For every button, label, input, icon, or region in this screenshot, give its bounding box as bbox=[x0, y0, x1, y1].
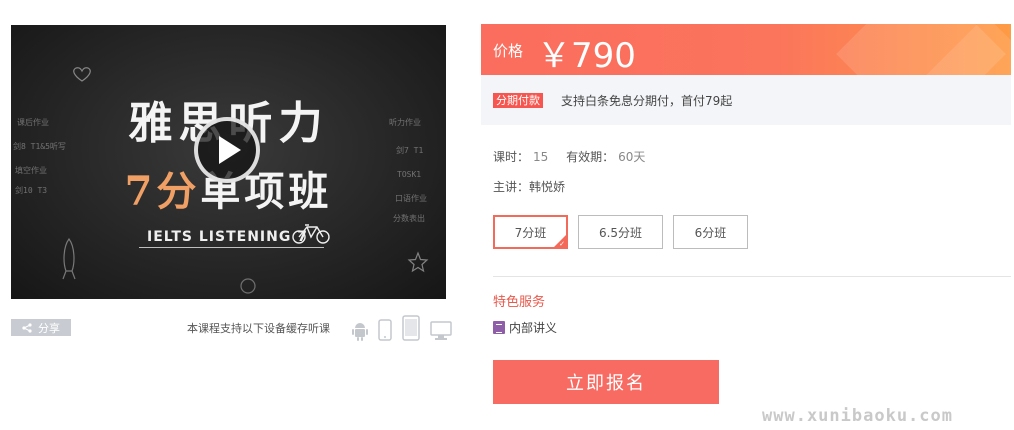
option-6-class[interactable]: 6分班 bbox=[673, 215, 748, 249]
tablet-icon bbox=[402, 315, 420, 341]
share-button[interactable]: 分享 bbox=[11, 319, 71, 336]
watermark: www.xunibaoku.com bbox=[762, 406, 953, 426]
class-options: 7分班 ✓ 6.5分班 6分班 bbox=[493, 215, 748, 249]
desktop-icon bbox=[430, 321, 452, 340]
option-label: 6.5分班 bbox=[598, 225, 643, 240]
option-label: 6分班 bbox=[694, 225, 727, 240]
video-subtitle: IELTS LISTENING 7 bbox=[147, 229, 308, 245]
lessons-value: 15 bbox=[533, 150, 549, 164]
document-icon bbox=[493, 321, 505, 334]
price-value: ￥790 bbox=[537, 36, 636, 75]
check-icon: ✓ bbox=[559, 240, 565, 248]
installment-tag: 分期付款 bbox=[493, 93, 543, 108]
play-button[interactable] bbox=[194, 117, 260, 183]
option-6-5-class[interactable]: 6.5分班 bbox=[578, 215, 663, 249]
circle-doodle-icon bbox=[240, 278, 256, 294]
share-icon bbox=[22, 322, 32, 333]
device-cache-text: 本课程支持以下设备缓存听课 bbox=[187, 322, 330, 335]
feature-item: 内部讲义 bbox=[493, 319, 557, 336]
share-label: 分享 bbox=[38, 321, 60, 335]
enroll-button[interactable]: 立即报名 bbox=[493, 360, 719, 404]
device-icons bbox=[352, 315, 452, 341]
price-banner: 价格 ￥790 bbox=[481, 24, 1011, 75]
play-icon bbox=[219, 136, 241, 164]
rocket-doodle-icon bbox=[62, 237, 76, 280]
price-label: 价格 bbox=[493, 42, 524, 60]
course-meta: 课时： 15 有效期： 60天 bbox=[493, 148, 659, 165]
teacher-info: 主讲：韩悦娇 bbox=[493, 180, 566, 194]
heart-doodle-icon bbox=[73, 67, 91, 82]
bicycle-doodle-icon bbox=[292, 224, 330, 244]
phone-icon bbox=[378, 319, 392, 341]
option-7-class[interactable]: 7分班 ✓ bbox=[493, 215, 568, 249]
video-title-highlight: 7分 bbox=[124, 168, 201, 215]
divider bbox=[493, 276, 1011, 277]
course-video-player[interactable]: 课后作业 听力作业 剑8 T1&5听写 剑7 T1 填空作业 TOSK1 剑10… bbox=[11, 25, 446, 299]
feature-item-label: 内部讲义 bbox=[509, 321, 558, 335]
option-label: 7分班 bbox=[514, 225, 547, 240]
star-doodle-icon bbox=[407, 251, 429, 273]
installment-text: 支持白条免息分期付，首付79起 bbox=[561, 94, 733, 108]
subtitle-underline bbox=[139, 247, 324, 248]
validity-value: 60天 bbox=[618, 150, 646, 164]
installment-bar: 分期付款 支持白条免息分期付，首付79起 bbox=[481, 75, 1011, 125]
validity-label: 有效期： bbox=[566, 150, 615, 164]
course-detail-page: 课后作业 听力作业 剑8 T1&5听写 剑7 T1 填空作业 TOSK1 剑10… bbox=[0, 0, 1014, 430]
feature-title: 特色服务 bbox=[493, 295, 546, 310]
lessons-label: 课时： bbox=[493, 150, 530, 164]
android-icon bbox=[352, 323, 368, 341]
